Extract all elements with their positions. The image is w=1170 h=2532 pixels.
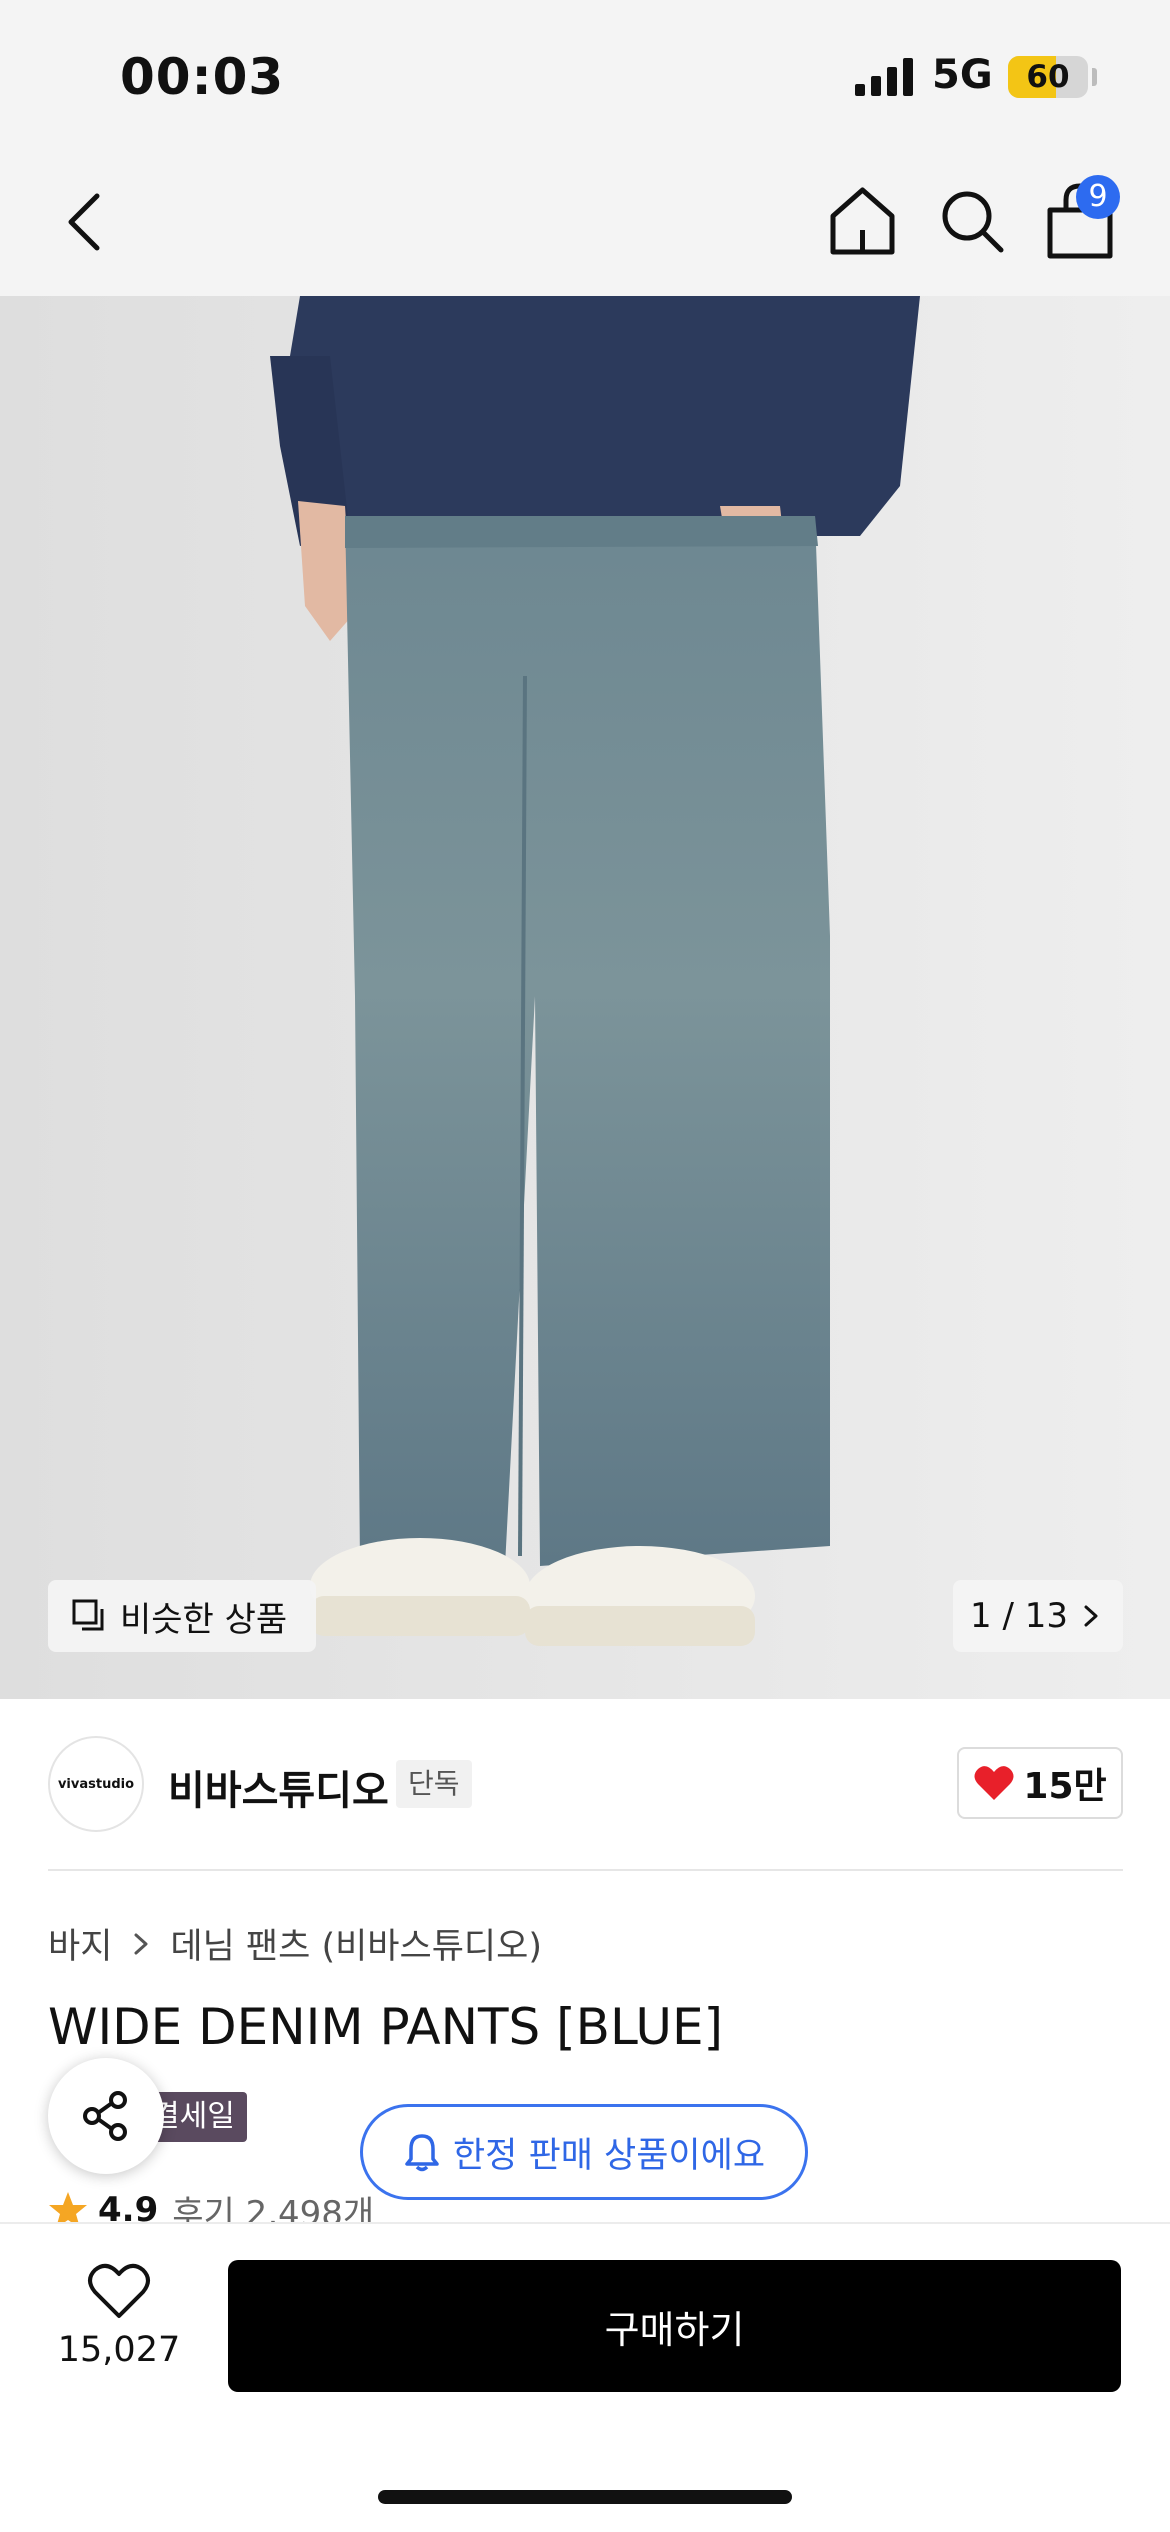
status-time: 00:03	[120, 48, 285, 106]
brand-name[interactable]: 비바스튜디오	[168, 1758, 389, 1816]
battery-tip	[1092, 68, 1097, 86]
home-indicator	[378, 2490, 792, 2504]
similar-products-button[interactable]: 비슷한 상품	[48, 1580, 316, 1652]
brand-logo[interactable]: vivastudio	[48, 1736, 144, 1832]
share-icon	[83, 2091, 127, 2141]
share-button[interactable]	[48, 2058, 164, 2174]
product-photo	[0, 296, 1170, 1699]
limited-sale-notice[interactable]: 한정 판매 상품이에요	[360, 2104, 808, 2200]
product-image[interactable]	[0, 296, 1170, 1699]
network-type: 5G	[932, 52, 993, 98]
breadcrumb-category[interactable]: 바지	[48, 1918, 112, 1969]
product-title: WIDE DENIM PANTS [BLUE]	[48, 1998, 724, 2056]
brand-like-count: 15만	[1023, 1766, 1107, 1807]
wishlist-count: 15,027	[57, 2330, 181, 2370]
brand-logo-text: vivastudio	[57, 1776, 135, 1792]
cart-badge: 9	[1076, 175, 1120, 219]
home-icon[interactable]	[825, 180, 900, 260]
top-nav-bar	[0, 150, 1170, 296]
breadcrumb-subcategory[interactable]: 데님 팬츠 (비바스튜디오)	[170, 1918, 542, 1969]
heart-outline-icon	[88, 2263, 150, 2318]
brand-like-button[interactable]: 15만	[957, 1747, 1123, 1819]
buy-button[interactable]: 구매하기	[228, 2260, 1121, 2392]
similar-icon	[72, 1599, 104, 1631]
heart-filled-icon	[974, 1766, 1014, 1800]
exclusive-tag: 단독	[396, 1760, 472, 1808]
bell-icon	[405, 2134, 439, 2172]
wishlist-button[interactable]: 15,027	[48, 2262, 190, 2392]
image-pager-label: 1 / 13	[970, 1596, 1068, 1636]
status-bar: 00:03 5G 60	[0, 0, 1170, 150]
limited-sale-label: 한정 판매 상품이에요	[452, 2135, 766, 2176]
battery-indicator: 60	[1008, 56, 1088, 98]
battery-level: 60	[1026, 59, 1070, 95]
breadcrumb: 바지 데님 팬츠 (비바스튜디오)	[48, 1918, 542, 1969]
chevron-right-icon	[134, 1933, 148, 1954]
divider	[48, 1869, 1123, 1871]
chevron-left-icon[interactable]	[55, 182, 115, 262]
chevron-right-icon	[1084, 1605, 1098, 1627]
search-icon[interactable]	[935, 180, 1010, 260]
image-pager-button[interactable]: 1 / 13	[953, 1580, 1123, 1652]
cellular-signal-icon	[855, 58, 913, 96]
similar-products-label: 비슷한 상품	[120, 1599, 288, 1640]
